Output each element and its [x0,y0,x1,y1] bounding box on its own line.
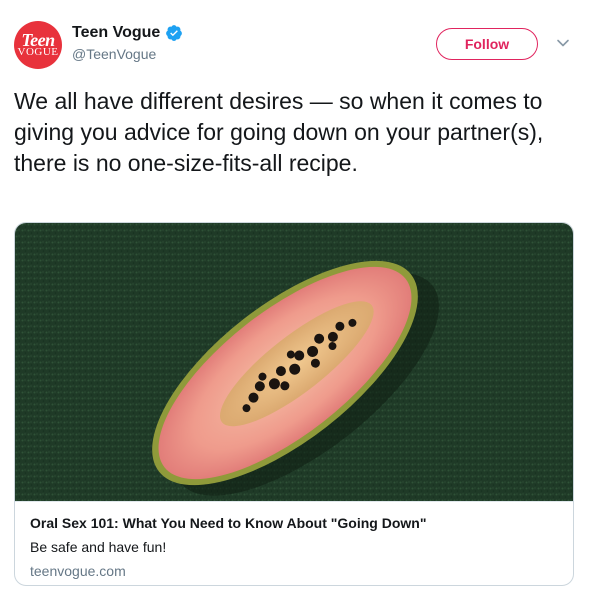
avatar[interactable]: Teen VOGUE [14,21,62,69]
display-name-text[interactable]: Teen Vogue [72,24,160,42]
display-name[interactable]: Teen Vogue [72,24,183,42]
card-description: Be safe and have fun! [30,539,167,555]
card-meta[interactable]: Oral Sex 101: What You Need to Know Abou… [15,501,573,585]
card-domain[interactable]: teenvogue.com [30,562,560,580]
avatar-logo-bottom: VOGUE [17,46,59,58]
chevron-down-icon[interactable] [556,36,570,50]
link-card[interactable]: Oral Sex 101: What You Need to Know Abou… [14,222,574,586]
verified-badge-icon [166,25,183,41]
card-image[interactable] [15,223,574,501]
account-handle[interactable]: @TeenVogue [72,46,156,62]
card-title[interactable]: Oral Sex 101: What You Need to Know Abou… [30,514,560,532]
follow-button[interactable]: Follow [436,28,538,60]
tweet-text: We all have different desires — so when … [14,88,544,176]
